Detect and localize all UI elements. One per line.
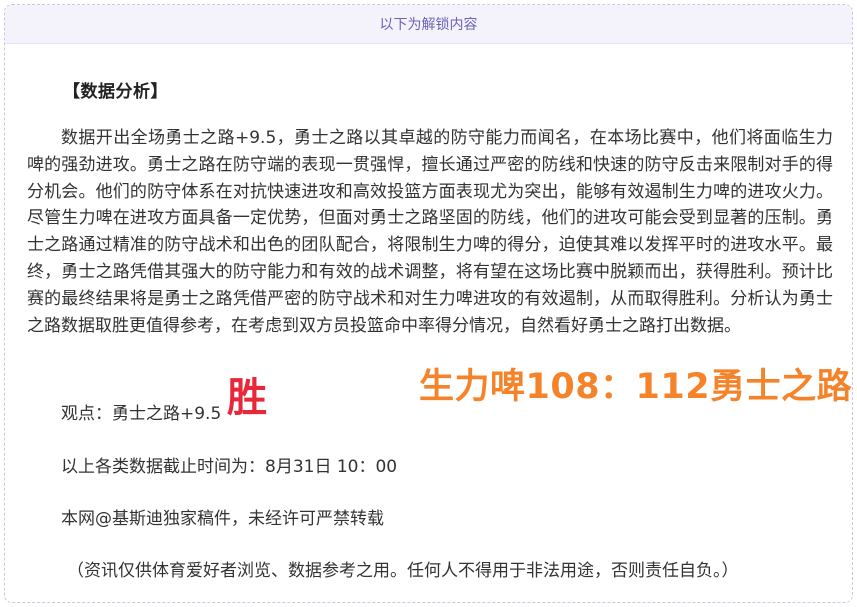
win-stamp: 胜 <box>227 375 267 421</box>
analysis-text: 数据开出全场勇士之路+9.5，勇士之路以其卓越的防守能力而闻名，在本场比赛中，他… <box>27 128 833 336</box>
unlocked-content-card: 以下为解锁内容 【数据分析】 数据开出全场勇士之路+9.5，勇士之路以其卓越的防… <box>4 4 853 603</box>
predicted-score: 生力啤108：112勇士之路 <box>419 367 853 407</box>
unlock-banner: 以下为解锁内容 <box>5 5 852 44</box>
unlock-banner-text: 以下为解锁内容 <box>379 17 478 33</box>
disclaimer-line: （资讯仅供体育爱好者浏览、数据参考之用。任何人不得用于非法用途，否则责任自负。） <box>67 561 739 581</box>
copyright-line: 本网@基斯迪独家稿件，未经许可严禁转载 <box>61 509 384 529</box>
data-cutoff-line: 以上各类数据截止时间为：8月31日 10：00 <box>61 457 398 477</box>
section-heading: 【数据分析】 <box>63 82 168 102</box>
analysis-paragraph: 数据开出全场勇士之路+9.5，勇士之路以其卓越的防守能力而闻名，在本场比赛中，他… <box>27 125 833 339</box>
viewpoint-line: 观点：勇士之路+9.5 <box>61 404 222 424</box>
